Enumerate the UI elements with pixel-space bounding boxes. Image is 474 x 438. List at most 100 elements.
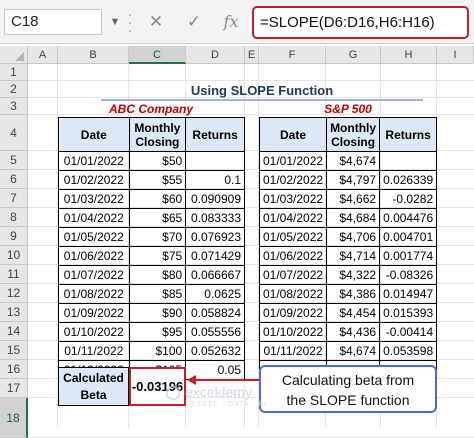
- column-header-h[interactable]: H: [381, 46, 437, 64]
- closing-cell[interactable]: $4,797: [326, 170, 381, 190]
- column-header-f[interactable]: F: [259, 46, 326, 64]
- closing-cell[interactable]: $4,714: [326, 246, 381, 266]
- returns-cell[interactable]: 0.1: [185, 170, 245, 190]
- row-header-3[interactable]: 3: [0, 98, 28, 115]
- date-cell[interactable]: 01/02/2022: [58, 170, 130, 190]
- closing-cell[interactable]: $4,386: [326, 284, 381, 304]
- row-header-11[interactable]: 11: [0, 265, 28, 284]
- column-header-c[interactable]: C: [129, 46, 186, 64]
- row-header-9[interactable]: 9: [0, 227, 28, 246]
- returns-cell[interactable]: 0.076923: [185, 227, 245, 247]
- date-cell[interactable]: 01/10/2022: [58, 322, 130, 342]
- returns-cell[interactable]: 0.004476: [379, 208, 438, 228]
- closing-cell[interactable]: $80: [128, 265, 187, 285]
- row-header-6[interactable]: 6: [0, 170, 28, 189]
- closing-cell[interactable]: $95: [128, 322, 187, 342]
- row-header-8[interactable]: 8: [0, 208, 28, 227]
- column-header-a[interactable]: A: [28, 46, 58, 64]
- row-header-2[interactable]: 2: [0, 81, 28, 98]
- column-header-e[interactable]: E: [245, 46, 259, 64]
- column-header-b[interactable]: B: [58, 46, 129, 64]
- row-header-1[interactable]: 1: [0, 64, 28, 81]
- column-header-d[interactable]: D: [186, 46, 245, 64]
- closing-cell[interactable]: $85: [128, 284, 187, 304]
- returns-cell[interactable]: 0.015393: [379, 303, 438, 323]
- chevron-down-icon[interactable]: ▼: [108, 12, 122, 32]
- closing-cell[interactable]: $55: [128, 170, 187, 190]
- row-header-18[interactable]: 18: [0, 398, 28, 438]
- date-cell[interactable]: 01/03/2022: [58, 189, 130, 209]
- row-header-16[interactable]: 16: [0, 360, 28, 379]
- row-header-14[interactable]: 14: [0, 322, 28, 341]
- returns-cell[interactable]: [185, 151, 245, 171]
- date-cell[interactable]: 01/08/2022: [258, 284, 328, 304]
- row-header-4[interactable]: 4: [0, 115, 28, 151]
- returns-cell[interactable]: -0.0282: [379, 189, 438, 209]
- row-header-5[interactable]: 5: [0, 151, 28, 170]
- date-cell[interactable]: 01/11/2022: [258, 341, 328, 361]
- date-cell[interactable]: 01/09/2022: [258, 303, 328, 323]
- date-cell[interactable]: 01/11/2022: [58, 341, 130, 361]
- returns-cell[interactable]: 0.058824: [185, 303, 245, 323]
- closing-cell[interactable]: $50: [128, 151, 187, 171]
- cancel-icon[interactable]: ✕: [145, 11, 167, 33]
- closing-cell[interactable]: $4,436: [326, 322, 381, 342]
- returns-cell[interactable]: 0.004701: [379, 227, 438, 247]
- closing-cell[interactable]: $4,662: [326, 189, 381, 209]
- date-cell[interactable]: 01/02/2022: [258, 170, 328, 190]
- date-cell[interactable]: 01/03/2022: [258, 189, 328, 209]
- closing-cell[interactable]: $75: [128, 246, 187, 266]
- date-cell[interactable]: 01/06/2022: [58, 246, 130, 266]
- returns-cell[interactable]: 0.071429: [185, 246, 245, 266]
- date-cell[interactable]: 01/07/2022: [58, 265, 130, 285]
- returns-cell[interactable]: 0.090909: [185, 189, 245, 209]
- enter-icon[interactable]: ✓: [183, 11, 205, 33]
- returns-cell[interactable]: 0.001774: [379, 246, 438, 266]
- row-header-10[interactable]: 10: [0, 246, 28, 265]
- row-header-13[interactable]: 13: [0, 303, 28, 322]
- date-cell[interactable]: 01/08/2022: [58, 284, 130, 304]
- closing-cell[interactable]: $4,322: [326, 265, 381, 285]
- date-cell[interactable]: 01/10/2022: [258, 322, 328, 342]
- returns-cell[interactable]: 0.053598: [379, 341, 438, 361]
- date-cell[interactable]: 01/05/2022: [58, 227, 130, 247]
- formula-input[interactable]: =SLOPE(D6:D16,H6:H16): [252, 6, 469, 39]
- date-cell[interactable]: 01/06/2022: [258, 246, 328, 266]
- returns-cell[interactable]: 0.055556: [185, 322, 245, 342]
- row-header-17[interactable]: 17: [0, 379, 28, 398]
- date-cell[interactable]: 01/09/2022: [58, 303, 130, 323]
- closing-cell[interactable]: $4,684: [326, 208, 381, 228]
- date-cell[interactable]: 01/05/2022: [258, 227, 328, 247]
- closing-cell[interactable]: $4,454: [326, 303, 381, 323]
- date-cell[interactable]: 01/04/2022: [258, 208, 328, 228]
- more-options-icon[interactable]: · · ·: [125, 7, 135, 37]
- returns-cell[interactable]: -0.08326: [379, 265, 438, 285]
- closing-cell[interactable]: $90: [128, 303, 187, 323]
- returns-cell[interactable]: 0.0625: [185, 284, 245, 304]
- beta-value-cell[interactable]: -0.03196: [129, 367, 186, 406]
- date-cell[interactable]: 01/01/2022: [258, 151, 328, 171]
- returns-cell[interactable]: 0.066667: [185, 265, 245, 285]
- row-header-12[interactable]: 12: [0, 284, 28, 303]
- row-header-7[interactable]: 7: [0, 189, 28, 208]
- column-header-g[interactable]: G: [326, 46, 381, 64]
- closing-cell[interactable]: $4,674: [326, 151, 381, 171]
- closing-cell[interactable]: $65: [128, 208, 187, 228]
- returns-cell[interactable]: -0.00414: [379, 322, 438, 342]
- column-header-i[interactable]: I: [437, 46, 474, 64]
- returns-cell[interactable]: 0.083333: [185, 208, 245, 228]
- date-cell[interactable]: 01/04/2022: [58, 208, 130, 228]
- returns-cell[interactable]: 0.014947: [379, 284, 438, 304]
- insert-function-icon[interactable]: fx: [220, 11, 242, 33]
- closing-cell[interactable]: $4,674: [326, 341, 381, 361]
- date-cell[interactable]: 01/07/2022: [258, 265, 328, 285]
- row-header-15[interactable]: 15: [0, 341, 28, 360]
- closing-cell[interactable]: $60: [128, 189, 187, 209]
- name-box[interactable]: C18: [4, 9, 102, 35]
- returns-cell[interactable]: 0.052632: [185, 341, 245, 361]
- closing-cell[interactable]: $4,706: [326, 227, 381, 247]
- closing-cell[interactable]: $70: [128, 227, 187, 247]
- returns-cell[interactable]: 0.026339: [379, 170, 438, 190]
- date-cell[interactable]: 01/01/2022: [58, 151, 130, 171]
- closing-cell[interactable]: $100: [128, 341, 187, 361]
